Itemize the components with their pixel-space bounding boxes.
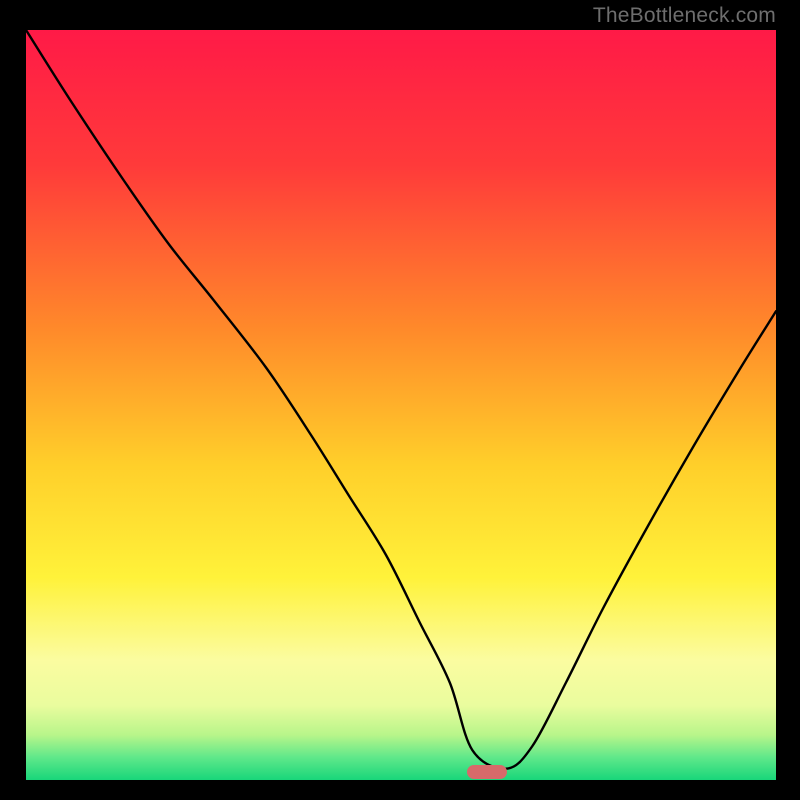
optimal-marker <box>467 765 507 779</box>
plot-area <box>26 30 776 780</box>
bottleneck-curve-path <box>26 30 776 769</box>
watermark-text: TheBottleneck.com <box>593 4 776 28</box>
bottleneck-curve <box>26 30 776 780</box>
chart-frame: TheBottleneck.com <box>0 0 800 800</box>
